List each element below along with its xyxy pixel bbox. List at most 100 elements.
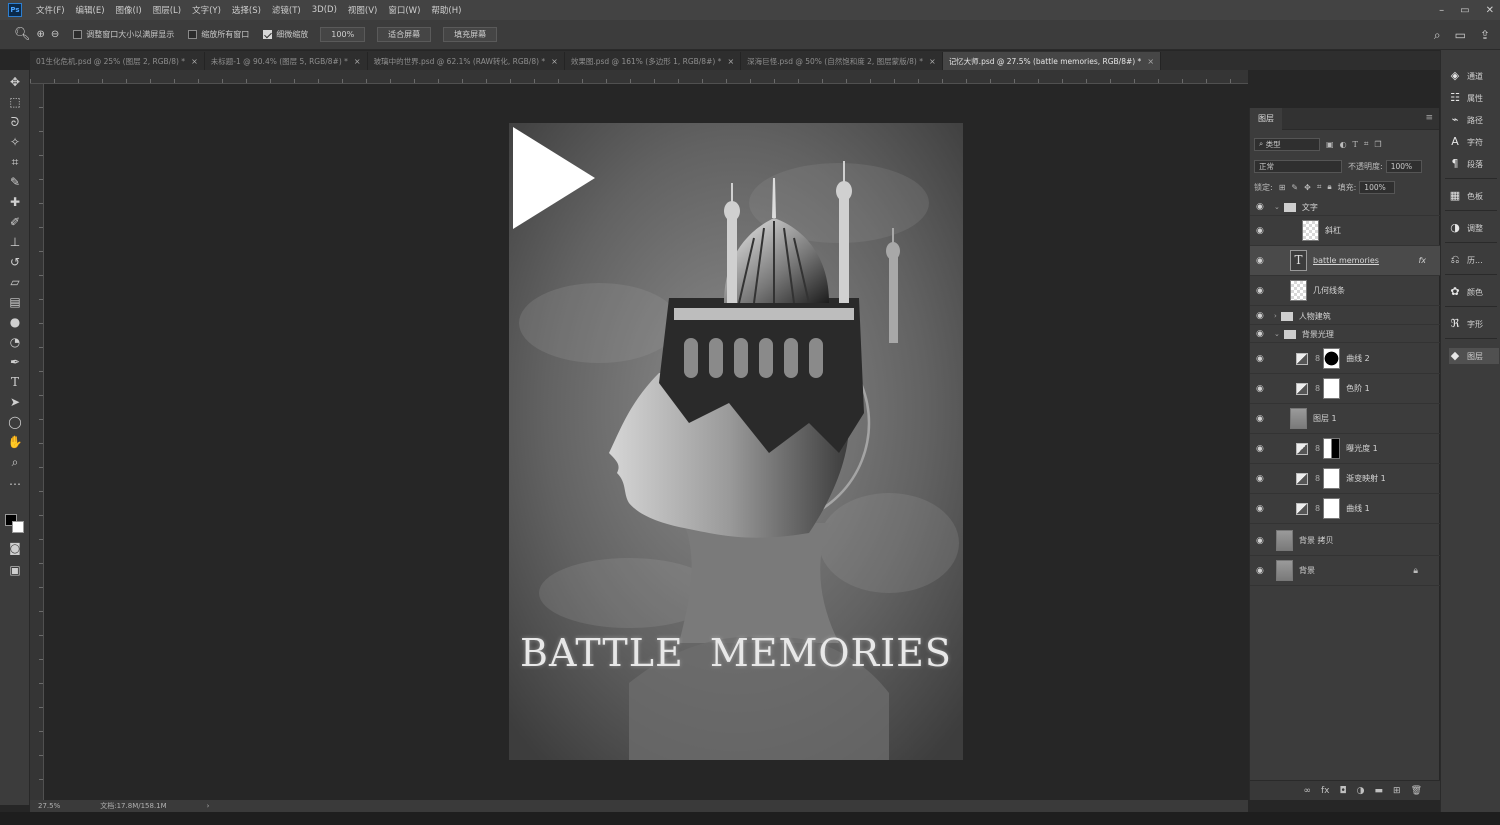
lock-transparent-icon[interactable]: ⊞: [1279, 183, 1286, 192]
layer-row[interactable]: ◉ 8 曲线 1: [1250, 494, 1440, 524]
menu-window[interactable]: 窗口(W): [388, 4, 420, 16]
chevron-down-icon[interactable]: ⌄: [1274, 203, 1280, 211]
eye-icon[interactable]: ◉: [1256, 354, 1264, 364]
dock-layers[interactable]: ◆ 图层: [1449, 348, 1499, 364]
tab-layers[interactable]: 图层: [1250, 107, 1282, 130]
eye-icon[interactable]: ◉: [1256, 256, 1264, 266]
close-icon[interactable]: ×: [191, 57, 198, 66]
lock-icon[interactable]: 🔒︎: [1413, 566, 1418, 576]
zoom-icon[interactable]: 🔍︎: [14, 27, 31, 42]
lock-paint-icon[interactable]: ✎: [1291, 183, 1298, 192]
menu-layer[interactable]: 图层(L): [153, 4, 181, 16]
layer-row-selected[interactable]: ◉ T battle memories fx: [1250, 246, 1440, 276]
doc-tab[interactable]: 01生化危机.psd @ 25% (图层 2, RGB/8) * ×: [30, 52, 205, 70]
quick-mask-icon[interactable]: ◙: [7, 540, 23, 556]
chevron-right-icon[interactable]: ›: [207, 802, 210, 810]
close-button[interactable]: ✕: [1486, 5, 1494, 16]
eye-icon[interactable]: ◉: [1256, 504, 1264, 514]
zoom-in-icon[interactable]: ⊕: [37, 29, 45, 40]
eye-icon[interactable]: ◉: [1256, 384, 1264, 394]
horizontal-ruler[interactable]: [30, 70, 1248, 84]
dock-swatches[interactable]: ▦ 色板: [1449, 188, 1499, 204]
doc-tab[interactable]: 效果图.psd @ 161% (多边形 1, RGB/8#) * ×: [565, 52, 742, 70]
eye-icon[interactable]: ◉: [1256, 202, 1264, 212]
magic-wand-tool-icon[interactable]: ✧: [7, 134, 23, 150]
zoom-level[interactable]: 27.5%: [38, 802, 60, 810]
dock-paragraph[interactable]: ¶ 段落: [1449, 156, 1499, 172]
chevron-down-icon[interactable]: ⌄: [1274, 330, 1280, 338]
doc-tab[interactable]: 玻璃中的世界.psd @ 62.1% (RAW转化, RGB/8) * ×: [368, 52, 565, 70]
move-tool-icon[interactable]: ✥: [7, 74, 23, 90]
dock-character[interactable]: A 字符: [1449, 134, 1499, 150]
stamp-tool-icon[interactable]: ⊥: [7, 234, 23, 250]
fx-icon[interactable]: fx: [1321, 786, 1330, 796]
type-tool-icon[interactable]: T: [7, 374, 23, 390]
chevron-right-icon[interactable]: ›: [1274, 312, 1277, 320]
zoom-tool-icon[interactable]: ⌕: [7, 454, 23, 470]
eraser-tool-icon[interactable]: ▱: [7, 274, 23, 290]
eye-icon[interactable]: ◉: [1256, 536, 1264, 546]
link-icon[interactable]: 8: [1315, 474, 1320, 483]
link-icon[interactable]: 8: [1315, 504, 1320, 513]
fx-icon[interactable]: fx: [1418, 256, 1426, 265]
layer-mask-thumbnail[interactable]: [1323, 348, 1341, 369]
link-icon[interactable]: 8: [1315, 354, 1320, 363]
menu-type[interactable]: 文字(Y): [192, 4, 221, 16]
restore-button[interactable]: ▭: [1460, 5, 1469, 16]
dock-history[interactable]: ⎌ 历...: [1449, 252, 1499, 268]
eye-icon[interactable]: ◉: [1256, 444, 1264, 454]
dock-glyphs[interactable]: ℜ 字形: [1449, 316, 1499, 332]
menu-edit[interactable]: 编辑(E): [76, 4, 105, 16]
eye-icon[interactable]: ◉: [1256, 311, 1264, 321]
dock-paths[interactable]: ⌁ 路径: [1449, 112, 1499, 128]
opacity-field[interactable]: 100%: [1385, 159, 1422, 173]
new-group-icon[interactable]: ▬: [1375, 786, 1384, 796]
link-icon[interactable]: 8: [1315, 444, 1320, 453]
eye-icon[interactable]: ◉: [1256, 566, 1264, 576]
add-mask-icon[interactable]: ◘: [1340, 786, 1347, 796]
history-brush-tool-icon[interactable]: ↺: [7, 254, 23, 270]
blur-tool-icon[interactable]: ●: [7, 314, 23, 330]
doc-tab[interactable]: 未标题-1 @ 90.4% (图层 5, RGB/8#) * ×: [205, 52, 368, 70]
resize-windows-checkbox[interactable]: 调整窗口大小以满屏显示: [73, 29, 174, 40]
layer-row[interactable]: ◉ 背景 拷贝: [1250, 526, 1440, 556]
layer-row[interactable]: ◉ 几何线条: [1250, 276, 1440, 306]
layer-row[interactable]: ◉ 8 色阶 1: [1250, 374, 1440, 404]
path-selection-tool-icon[interactable]: ➤: [7, 394, 23, 410]
panel-menu-icon[interactable]: ≡: [1425, 113, 1433, 123]
filter-adjustment-icon[interactable]: ◐: [1340, 140, 1347, 149]
more-tools-icon[interactable]: ⋯: [7, 476, 23, 492]
lasso-tool-icon[interactable]: ᘐ: [7, 114, 23, 130]
dock-properties[interactable]: ☷ 属性: [1449, 90, 1499, 106]
workspace-icon[interactable]: ▭: [1455, 28, 1466, 42]
play-icon[interactable]: [509, 123, 599, 233]
eye-icon[interactable]: ◉: [1256, 474, 1264, 484]
minimize-button[interactable]: –: [1439, 5, 1444, 16]
share-icon[interactable]: ⇪: [1480, 28, 1490, 42]
layer-mask-thumbnail[interactable]: [1323, 438, 1341, 459]
close-icon[interactable]: ×: [727, 57, 734, 66]
close-icon[interactable]: ×: [929, 57, 936, 66]
close-icon[interactable]: ×: [1147, 57, 1154, 66]
search-icon[interactable]: ⌕: [1434, 28, 1441, 43]
lock-move-icon[interactable]: ✥: [1304, 183, 1311, 192]
blend-mode-select[interactable]: 正常: [1254, 159, 1342, 173]
lock-all-icon[interactable]: 🔒︎: [1327, 182, 1331, 192]
layer-row[interactable]: ◉ 图层 1: [1250, 404, 1440, 434]
zoom-all-windows-checkbox[interactable]: 缩放所有窗口: [188, 29, 249, 40]
filter-type-icon[interactable]: T: [1353, 140, 1358, 149]
marquee-tool-icon[interactable]: ⬚: [7, 94, 23, 110]
filter-pixel-icon[interactable]: ▣: [1326, 140, 1334, 149]
layer-row[interactable]: ◉ 背景 🔒︎: [1250, 556, 1440, 586]
dock-adjustments[interactable]: ◑ 调整: [1449, 220, 1499, 236]
crop-tool-icon[interactable]: ⌗: [7, 154, 23, 170]
layer-group-background[interactable]: ◉ ⌄ 背景光理: [1250, 326, 1440, 343]
layer-row[interactable]: ◉ 8 渐变映射 1: [1250, 464, 1440, 494]
checkbox-box[interactable]: [263, 30, 273, 39]
brush-tool-icon[interactable]: ✐: [7, 214, 23, 230]
vertical-ruler[interactable]: [30, 84, 44, 800]
eye-icon[interactable]: ◉: [1256, 226, 1264, 236]
link-layers-icon[interactable]: ∞: [1304, 786, 1312, 796]
eye-icon[interactable]: ◉: [1256, 286, 1264, 296]
scrubby-zoom-checkbox[interactable]: 细微缩放: [263, 29, 308, 40]
